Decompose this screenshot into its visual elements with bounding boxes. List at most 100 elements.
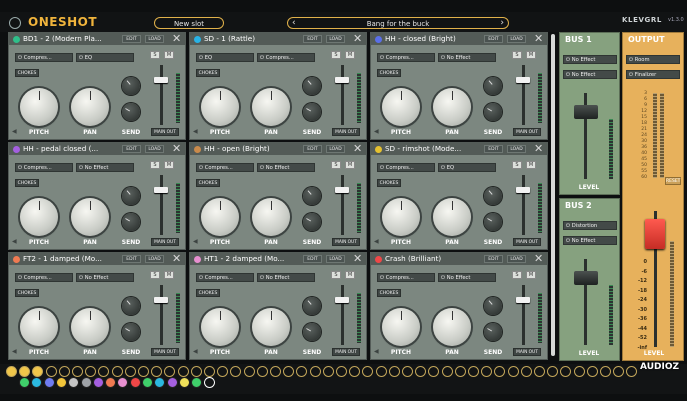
main-out-selector[interactable]: MAIN OUT xyxy=(151,128,179,136)
send2-knob[interactable] xyxy=(303,323,321,341)
chokes-button[interactable]: CHOKES xyxy=(196,289,220,297)
slot-pad[interactable] xyxy=(19,377,30,388)
slot-edit-button[interactable]: EDIT xyxy=(303,145,322,153)
power-icon[interactable]: ⏻ xyxy=(629,72,633,78)
send2-knob[interactable] xyxy=(484,213,502,231)
pan-knob[interactable] xyxy=(433,88,471,126)
chokes-button[interactable]: CHOKES xyxy=(196,69,220,77)
main-out-selector[interactable]: MAIN OUT xyxy=(332,238,360,246)
pad[interactable] xyxy=(520,366,532,377)
mute-button[interactable]: M xyxy=(164,161,174,169)
slots-scrollbar[interactable] xyxy=(551,34,555,356)
pitch-knob[interactable] xyxy=(20,308,58,346)
pad[interactable] xyxy=(6,366,17,377)
pad[interactable] xyxy=(190,366,202,377)
power-icon[interactable]: ⏻ xyxy=(79,275,83,281)
pitch-knob[interactable] xyxy=(382,308,420,346)
speaker-icon[interactable]: ◀ xyxy=(12,348,17,355)
speaker-icon[interactable]: ◀ xyxy=(12,238,17,245)
send1-knob[interactable] xyxy=(303,77,321,95)
send1-knob[interactable] xyxy=(484,187,502,205)
send2-knob[interactable] xyxy=(122,103,140,121)
slot-color-dot[interactable] xyxy=(375,36,382,43)
next-preset-arrow[interactable]: › xyxy=(500,17,504,29)
slot-fx1-dropdown[interactable]: ⏻ Compres... xyxy=(15,273,73,282)
slot-name[interactable]: SD - 1 (Rattle) xyxy=(204,34,308,44)
power-icon[interactable]: ⏻ xyxy=(79,55,83,61)
close-icon[interactable]: ✕ xyxy=(353,33,362,45)
pan-knob[interactable] xyxy=(433,308,471,346)
chokes-button[interactable]: CHOKES xyxy=(15,179,39,187)
slot-name[interactable]: SD - rimshot (Mode... xyxy=(385,144,489,154)
pan-knob[interactable] xyxy=(252,198,290,236)
pitch-knob[interactable] xyxy=(201,308,239,346)
slot-load-button[interactable]: LOAD xyxy=(145,35,164,43)
speaker-icon[interactable]: ◀ xyxy=(193,128,198,135)
pad[interactable] xyxy=(45,366,57,377)
mute-button[interactable]: M xyxy=(526,271,536,279)
slot-fader-handle[interactable] xyxy=(335,77,349,83)
pad[interactable] xyxy=(534,366,545,377)
send2-knob[interactable] xyxy=(122,323,140,341)
slot-fader-handle[interactable] xyxy=(516,187,530,193)
solo-button[interactable]: S xyxy=(150,161,160,169)
close-icon[interactable]: ✕ xyxy=(172,253,181,265)
send2-knob[interactable] xyxy=(122,213,140,231)
slot-fx1-dropdown[interactable]: ⏻ Compres... xyxy=(377,273,435,282)
slot-name[interactable]: HH - closed (Bright) xyxy=(385,34,489,44)
slot-fx1-dropdown[interactable]: ⏻ Compres... xyxy=(377,163,435,172)
send1-knob[interactable] xyxy=(122,77,140,95)
slot-fader-handle[interactable] xyxy=(335,297,349,303)
chokes-button[interactable]: CHOKES xyxy=(15,289,39,297)
mute-button[interactable]: M xyxy=(164,51,174,59)
slot-fader-handle[interactable] xyxy=(516,297,530,303)
speaker-icon[interactable]: ◀ xyxy=(12,128,17,135)
output-fader-handle[interactable] xyxy=(645,219,665,249)
power-icon[interactable]: ⏻ xyxy=(18,165,22,171)
slot-color-dot[interactable] xyxy=(375,256,382,263)
slot-name[interactable]: FT2 - 1 damped (Mo... xyxy=(23,254,127,264)
pad[interactable] xyxy=(388,366,400,377)
send2-knob[interactable] xyxy=(484,103,502,121)
pan-knob[interactable] xyxy=(433,198,471,236)
bus1-fx1-dropdown[interactable]: ⏻ No Effect xyxy=(563,55,617,64)
slot-fx2-dropdown[interactable]: ⏻ No Effect xyxy=(438,53,496,62)
send1-knob[interactable] xyxy=(122,187,140,205)
slot-fader-handle[interactable] xyxy=(516,77,530,83)
pan-knob[interactable] xyxy=(252,308,290,346)
preset-selector[interactable]: ‹ Bang for the buck › xyxy=(287,17,509,29)
slot-name[interactable]: BD1 - 2 (Modern Pla... xyxy=(23,34,127,44)
mute-button[interactable]: M xyxy=(164,271,174,279)
slot-color-dot[interactable] xyxy=(13,256,20,263)
solo-button[interactable]: S xyxy=(331,271,341,279)
power-icon[interactable]: ⏻ xyxy=(380,55,384,61)
slot-fx2-dropdown[interactable]: ⏻ No Effect xyxy=(257,273,315,282)
send1-knob[interactable] xyxy=(122,297,140,315)
main-out-selector[interactable]: MAIN OUT xyxy=(513,348,541,356)
pad[interactable] xyxy=(243,366,255,377)
slot-pad[interactable] xyxy=(80,377,92,388)
pad[interactable] xyxy=(322,366,334,377)
pitch-knob[interactable] xyxy=(20,198,58,236)
slot-fx2-dropdown[interactable]: ⏻ No Effect xyxy=(438,273,496,282)
pad[interactable] xyxy=(124,366,136,377)
power-icon[interactable]: ⏻ xyxy=(260,55,264,61)
solo-button[interactable]: S xyxy=(512,271,522,279)
solo-button[interactable]: S xyxy=(150,51,160,59)
slot-name[interactable]: HH - pedal closed (... xyxy=(23,144,127,154)
slot-fx2-dropdown[interactable]: ⏻ No Effect xyxy=(257,163,315,172)
mute-button[interactable]: M xyxy=(345,51,355,59)
power-icon[interactable]: ⏻ xyxy=(18,275,22,281)
mute-button[interactable]: M xyxy=(345,161,355,169)
pad[interactable] xyxy=(507,366,519,377)
slot-edit-button[interactable]: EDIT xyxy=(484,145,503,153)
slot-color-dot[interactable] xyxy=(194,36,201,43)
slot-edit-button[interactable]: EDIT xyxy=(122,255,141,263)
mute-button[interactable]: M xyxy=(526,161,536,169)
settings-icon[interactable] xyxy=(9,17,21,29)
slot-pad[interactable] xyxy=(92,377,104,388)
speaker-icon[interactable]: ◀ xyxy=(374,128,379,135)
pan-knob[interactable] xyxy=(252,88,290,126)
pitch-knob[interactable] xyxy=(382,198,420,236)
output-reset-button[interactable]: RESET xyxy=(665,177,681,185)
